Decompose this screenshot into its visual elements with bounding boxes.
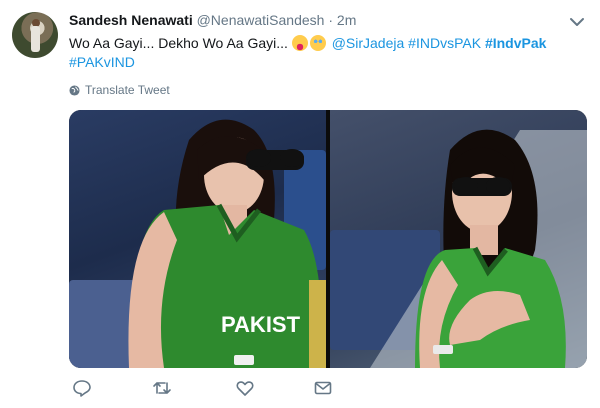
tweet-body: Wo Aa Gayi... Dekho Wo Aa Gayi... [69,35,288,51]
hashtag-link[interactable]: #INDvsPAK [408,35,481,51]
globe-icon [69,84,80,96]
jersey-text: PAKIST [221,312,301,337]
user-avatar[interactable] [12,12,58,58]
translate-label: Translate Tweet [85,83,170,97]
tears-of-joy-emoji [309,35,326,51]
display-name[interactable]: Sandesh Nenawati [69,12,193,28]
reply-icon[interactable] [72,378,92,398]
tweet-photo[interactable] [330,110,587,368]
separator: · [328,12,334,28]
mention-link[interactable]: @SirJadeja [332,35,405,51]
tweet-actions [69,378,369,402]
tweet-header: Sandesh Nenawati @NenawatiSandesh · 2m [69,12,356,28]
tweet-media[interactable]: PAKIST [69,110,587,368]
direct-message-icon[interactable] [313,378,333,398]
tweet-photo[interactable]: PAKIST [69,110,326,368]
photo-scene [370,129,587,368]
photo-scene: PAKIST [128,119,326,368]
retweet-icon[interactable] [152,378,172,398]
hashtag-link[interactable]: #PAKvIND [69,54,135,70]
like-icon[interactable] [235,378,255,398]
chevron-down-icon[interactable] [569,16,585,28]
laughing-tongue-emoji [291,35,308,51]
tweet-text: Wo Aa Gayi... Dekho Wo Aa Gayi... @SirJa… [69,34,589,72]
timestamp[interactable]: 2m [337,12,356,28]
user-handle[interactable]: @NenawatiSandesh [197,12,325,28]
translate-tweet-link[interactable]: Translate Tweet [69,83,170,97]
hashtag-link[interactable]: #IndvPak [485,35,546,51]
